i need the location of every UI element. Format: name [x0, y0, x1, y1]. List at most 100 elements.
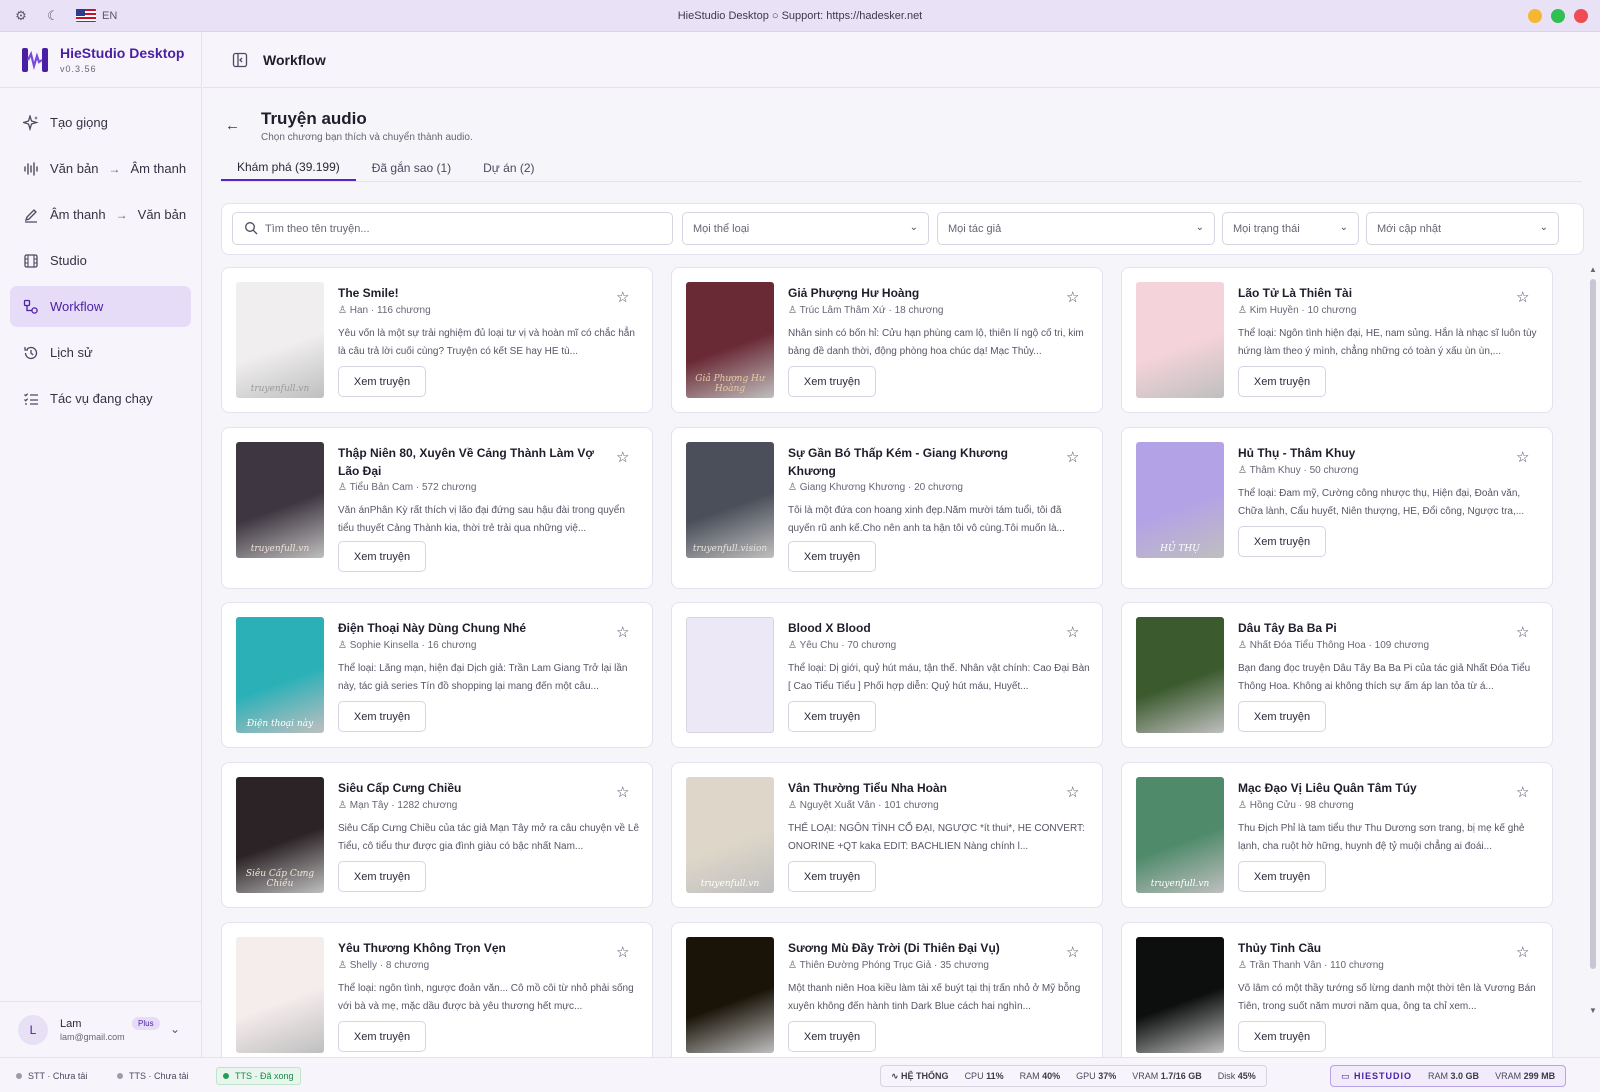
view-story-button[interactable]: Xem truyện [788, 861, 876, 892]
star-icon[interactable]: ☆ [1516, 943, 1529, 961]
view-story-button[interactable]: Xem truyện [788, 1021, 876, 1052]
story-title[interactable]: Yêu Thương Không Trọn Vẹn [338, 939, 604, 957]
star-icon[interactable]: ☆ [1516, 288, 1529, 306]
genre-select[interactable]: Mọi thể loại ⌄ [682, 212, 929, 245]
story-cover-image[interactable]: truyenfull.vision [686, 442, 774, 558]
story-title[interactable]: Blood X Blood [788, 619, 1054, 637]
story-cover-image[interactable]: Siêu Cấp Cưng Chiều [236, 777, 324, 893]
story-cover-image[interactable] [686, 937, 774, 1053]
view-story-button[interactable]: Xem truyện [338, 1021, 426, 1052]
story-card[interactable]: Giả Phượng Hư Hoàng Giả Phượng Hư Hoàng ♙ … [671, 267, 1103, 413]
us-flag-icon[interactable] [76, 9, 96, 22]
story-card[interactable]: Thủy Tinh Cầu ♙ Trần Thanh Vân · 110 chươ… [1121, 922, 1553, 1057]
story-cover-image[interactable]: Điện thoại này [236, 617, 324, 733]
story-card[interactable]: Lão Tử Là Thiên Tài ♙ Kim Huyền · 10 chươ… [1121, 267, 1553, 413]
view-story-button[interactable]: Xem truyện [1238, 526, 1326, 557]
story-cover-image[interactable]: truyenfull.vn [686, 777, 774, 893]
gear-icon[interactable]: ⚙ [12, 7, 30, 25]
story-cover-image[interactable] [686, 617, 774, 733]
story-card[interactable]: Siêu Cấp Cưng Chiều Siêu Cấp Cưng Chiều ♙ … [221, 762, 653, 908]
story-title[interactable]: Dâu Tây Ba Ba Pi [1238, 619, 1504, 637]
view-story-button[interactable]: Xem truyện [338, 701, 426, 732]
star-icon[interactable]: ☆ [1516, 623, 1529, 641]
sidebar-toggle-icon[interactable] [231, 51, 249, 69]
story-cover-image[interactable] [1136, 282, 1224, 398]
story-cover-image[interactable]: truyenfull.vn [236, 282, 324, 398]
tab-explore[interactable]: Khám phá (39.199) [221, 155, 356, 181]
view-story-button[interactable]: Xem truyện [1238, 366, 1326, 397]
chevron-down-icon[interactable]: ⌄ [170, 1022, 180, 1036]
sidebar-item-text-to-speech[interactable]: Văn bản → Âm thanh [10, 148, 191, 189]
star-icon[interactable]: ☆ [616, 783, 629, 801]
story-title[interactable]: Lão Tử Là Thiên Tài [1238, 284, 1504, 302]
story-title[interactable]: Thập Niên 80, Xuyên Về Cảng Thành Làm Vợ… [338, 444, 604, 480]
sidebar-item-workflow[interactable]: Workflow [10, 286, 191, 327]
story-cover-image[interactable]: Giả Phượng Hư Hoàng [686, 282, 774, 398]
star-icon[interactable]: ☆ [1066, 288, 1079, 306]
star-icon[interactable]: ☆ [616, 448, 629, 466]
sidebar-item-tac-vu[interactable]: Tác vụ đang chạy [10, 378, 191, 419]
star-icon[interactable]: ☆ [1066, 783, 1079, 801]
story-card[interactable]: Blood X Blood ♙ Yêu Chu · 70 chương Thể lo… [671, 602, 1103, 748]
search-input[interactable]: Tìm theo tên truyện... [232, 212, 673, 245]
moon-icon[interactable]: ☾ [44, 7, 62, 25]
view-story-button[interactable]: Xem truyện [338, 541, 426, 572]
language-label[interactable]: EN [102, 10, 117, 22]
story-cover-image[interactable] [236, 937, 324, 1053]
status-select[interactable]: Mọi trạng thái ⌄ [1222, 212, 1359, 245]
story-title[interactable]: Siêu Cấp Cưng Chiều [338, 779, 604, 797]
scrollbar[interactable]: ▲ ▼ [1589, 265, 1597, 1015]
story-cover-image[interactable]: truyenfull.vn [236, 442, 324, 558]
story-card[interactable]: truyenfull.vision Sự Gần Bó Thấp Kém - Gi… [671, 427, 1103, 589]
story-title[interactable]: Hủ Thụ - Thâm Khuy [1238, 444, 1504, 462]
sidebar-item-lich-su[interactable]: Lịch sử [10, 332, 191, 373]
view-story-button[interactable]: Xem truyện [1238, 701, 1326, 732]
maximize-button[interactable] [1551, 9, 1565, 23]
star-icon[interactable]: ☆ [616, 288, 629, 306]
author-select[interactable]: Mọi tác giả ⌄ [937, 212, 1215, 245]
back-arrow-icon[interactable]: ← [225, 117, 240, 134]
story-title[interactable]: Sương Mù Đầy Trời (Di Thiên Đại Vụ) [788, 939, 1054, 957]
star-icon[interactable]: ☆ [1066, 623, 1079, 641]
view-story-button[interactable]: Xem truyện [788, 366, 876, 397]
star-icon[interactable]: ☆ [1066, 448, 1079, 466]
story-card[interactable]: Sương Mù Đầy Trời (Di Thiên Đại Vụ) ♙ Thi… [671, 922, 1103, 1057]
story-title[interactable]: The Smile! [338, 284, 604, 302]
story-card[interactable]: truyenfull.vn Mạc Đạo Vị Liêu Quân Tâm Tú… [1121, 762, 1553, 908]
user-menu[interactable]: L Lam lam@gmail.com Plus ⌄ [0, 1001, 202, 1057]
story-cover-image[interactable] [1136, 937, 1224, 1053]
sidebar-item-studio[interactable]: Studio [10, 240, 191, 281]
story-title[interactable]: Thủy Tinh Cầu [1238, 939, 1504, 957]
scroll-down-icon[interactable]: ▼ [1589, 1006, 1597, 1015]
star-icon[interactable]: ☆ [616, 623, 629, 641]
star-icon[interactable]: ☆ [1516, 448, 1529, 466]
star-icon[interactable]: ☆ [616, 943, 629, 961]
story-title[interactable]: Giả Phượng Hư Hoàng [788, 284, 1054, 302]
scrollbar-thumb[interactable] [1590, 279, 1596, 969]
view-story-button[interactable]: Xem truyện [1238, 861, 1326, 892]
view-story-button[interactable]: Xem truyện [788, 541, 876, 572]
close-button[interactable] [1574, 9, 1588, 23]
view-story-button[interactable]: Xem truyện [338, 366, 426, 397]
story-cover-image[interactable]: truyenfull.vn [1136, 777, 1224, 893]
story-title[interactable]: Điện Thoại Này Dùng Chung Nhé [338, 619, 604, 637]
star-icon[interactable]: ☆ [1516, 783, 1529, 801]
tab-starred[interactable]: Đã gắn sao (1) [356, 155, 467, 181]
story-title[interactable]: Vân Thường Tiểu Nha Hoàn [788, 779, 1054, 797]
star-icon[interactable]: ☆ [1066, 943, 1079, 961]
sidebar-item-tao-giong[interactable]: Tạo giọng [10, 102, 191, 143]
story-card[interactable]: truyenfull.vn Vân Thường Tiểu Nha Hoàn ♙ N… [671, 762, 1103, 908]
story-card[interactable]: Dâu Tây Ba Ba Pi ♙ Nhất Đóa Tiểu Thông Ho… [1121, 602, 1553, 748]
story-card[interactable]: truyenfull.vn The Smile! ♙ Han · 116 chươn… [221, 267, 653, 413]
story-cover-image[interactable]: HỦ THỤ [1136, 442, 1224, 558]
tab-projects[interactable]: Dự án (2) [467, 155, 550, 181]
story-card[interactable]: Điện thoại này Điện Thoại Này Dùng Chung … [221, 602, 653, 748]
view-story-button[interactable]: Xem truyện [788, 701, 876, 732]
view-story-button[interactable]: Xem truyện [1238, 1021, 1326, 1052]
sidebar-item-speech-to-text[interactable]: Âm thanh → Văn bản [10, 194, 191, 235]
story-card[interactable]: HỦ THỤ Hủ Thụ - Thâm Khuy ♙ Thâm Khuy · 50… [1121, 427, 1553, 589]
minimize-button[interactable] [1528, 9, 1542, 23]
scroll-up-icon[interactable]: ▲ [1589, 265, 1597, 274]
sort-select[interactable]: Mới cập nhật ⌄ [1366, 212, 1559, 245]
story-card[interactable]: Yêu Thương Không Trọn Vẹn ♙ Shelly · 8 ch… [221, 922, 653, 1057]
